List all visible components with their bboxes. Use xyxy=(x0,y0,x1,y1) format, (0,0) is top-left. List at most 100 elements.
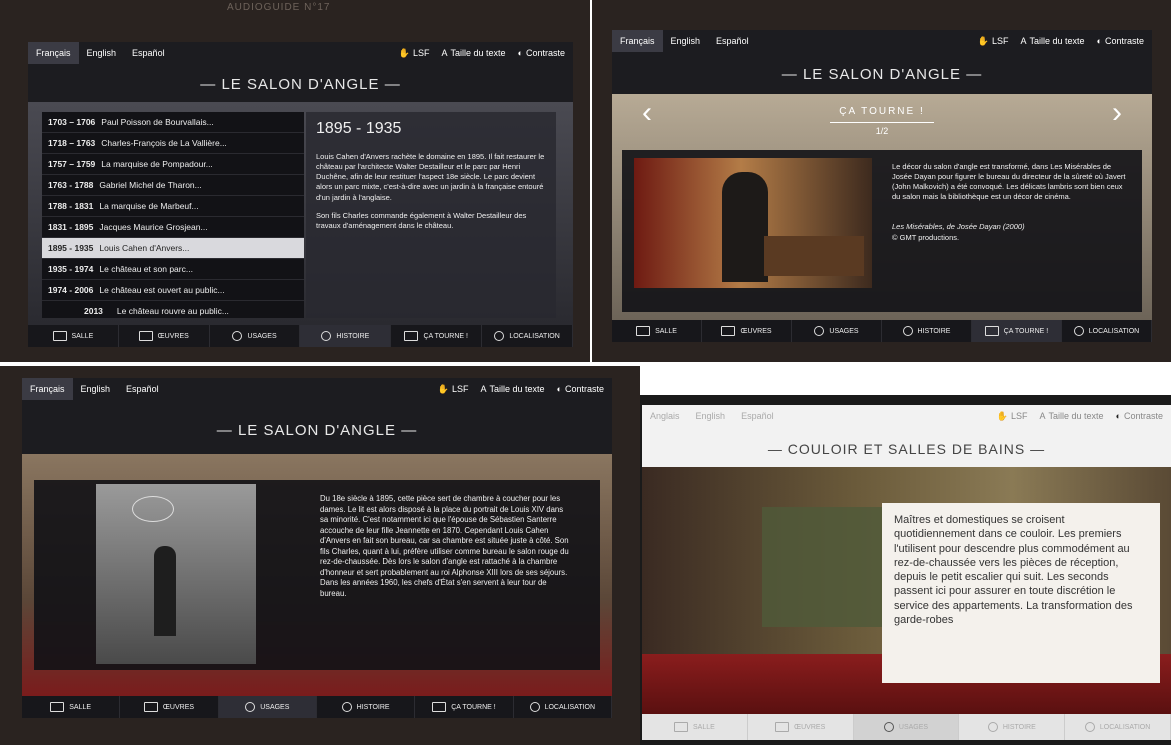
tools: ✋ LSF A Taille du texte ◐ Contraste xyxy=(399,48,573,59)
hands-icon: ✋ xyxy=(437,383,449,394)
nav-oeuvres[interactable]: ŒUVRES xyxy=(119,325,210,347)
top-bar: Anglais English Español ✋ LSF A Taille du … xyxy=(642,405,1171,427)
detail-panel: 1895 - 1935 Louis Cahen d'Anvers rachète… xyxy=(306,112,556,318)
film-icon xyxy=(432,702,447,712)
nav-salle[interactable]: SALLE xyxy=(28,325,119,347)
lang-francais[interactable]: Français xyxy=(28,42,79,64)
nav-label: ŒUVRES xyxy=(794,723,826,731)
room-icon xyxy=(674,722,688,732)
nav-localisation[interactable]: LOCALISATION xyxy=(1062,320,1152,342)
artwork-icon xyxy=(143,702,158,712)
nav-oeuvres[interactable]: ŒUVRES xyxy=(702,320,792,342)
nav-usages[interactable]: USAGES xyxy=(853,714,960,740)
timeline-item[interactable]: 1788 - 1831 La marquise de Marbeuf... xyxy=(42,196,304,217)
nav-salle[interactable]: SALLE xyxy=(612,320,702,342)
timeline-item[interactable]: 1718 – 1763 Charles-François de La Valliè… xyxy=(42,133,304,154)
lang-english[interactable]: English xyxy=(79,42,125,64)
nav-histoire[interactable]: HISTOIRE xyxy=(300,325,392,347)
timeline-label: Le château rouvre au public... xyxy=(116,306,229,316)
lang-english[interactable]: English xyxy=(688,405,734,427)
page-title: — COULOIR ET SALLES DE BAINS — xyxy=(767,441,1046,457)
nav-oeuvres[interactable]: ŒUVRES xyxy=(120,696,219,718)
timeline-years: 1703 – 1706 xyxy=(48,117,96,127)
timeline-item[interactable]: 1757 – 1759 La marquise de Pompadour... xyxy=(42,154,304,175)
tools: ✋ LSF A Taille du texte ◐ Contraste xyxy=(978,36,1152,47)
room-icon xyxy=(50,702,65,712)
nav-label: SALLE xyxy=(71,332,94,340)
prev-arrow-icon[interactable]: ‹ xyxy=(642,96,652,130)
nav-label: LOCALISATION xyxy=(544,703,596,711)
lang-francais[interactable]: Français xyxy=(22,378,73,400)
lang-espanol[interactable]: Español xyxy=(733,405,782,427)
nav-localisation[interactable]: LOCALISATION xyxy=(482,325,573,347)
lang-espanol[interactable]: Español xyxy=(118,378,167,400)
lsf-button[interactable]: ✋ LSF xyxy=(438,384,469,395)
next-arrow-icon[interactable]: › xyxy=(1112,96,1122,130)
timeline-item-selected[interactable]: 1895 - 1935 Louis Cahen d'Anvers... xyxy=(42,238,304,259)
nav-localisation[interactable]: LOCALISATION xyxy=(514,696,612,718)
timeline-item[interactable]: 1831 - 1895 Jacques Maurice Grosjean... xyxy=(42,217,304,238)
lsf-label: LSF xyxy=(991,36,1009,46)
nav-histoire[interactable]: HISTOIRE xyxy=(959,714,1066,740)
nav-oeuvres[interactable]: ŒUVRES xyxy=(748,714,854,740)
nav-label: USAGES xyxy=(898,723,929,731)
lang-english[interactable]: English xyxy=(73,378,119,400)
timeline-years: 1831 - 1895 xyxy=(48,222,94,232)
location-icon xyxy=(1073,326,1084,336)
stage: Du 18e siècle à 1895, cette pièce sert d… xyxy=(22,454,612,696)
lang-english[interactable]: English xyxy=(663,30,709,52)
nav-label: USAGES xyxy=(260,703,290,711)
nav-salle[interactable]: SALLE xyxy=(642,714,748,740)
room-icon xyxy=(636,326,651,336)
text-panel: Maîtres et domestiques se croisent quoti… xyxy=(882,503,1160,683)
nav-usages[interactable]: USAGES xyxy=(218,696,317,718)
timeline-item[interactable]: 1703 – 1706 Paul Poisson de Bourvallais..… xyxy=(42,112,304,133)
nav-ca-tourne[interactable]: ÇA TOURNE ! xyxy=(972,320,1062,342)
text-size-button[interactable]: A Taille du texte xyxy=(1020,36,1084,46)
text-size-button[interactable]: A Taille du texte xyxy=(441,48,505,58)
nav-histoire[interactable]: HISTOIRE xyxy=(317,696,416,718)
lsf-button[interactable]: ✋ LSF xyxy=(997,411,1028,422)
timeline-item[interactable]: 1763 - 1788 Gabriel Michel de Tharon... xyxy=(42,175,304,196)
nav-label: SALLE xyxy=(693,723,715,731)
nav-label: LOCALISATION xyxy=(1099,723,1151,731)
nav-histoire[interactable]: HISTOIRE xyxy=(882,320,972,342)
lang-francais[interactable]: Français xyxy=(612,30,663,52)
bottom-nav: SALLE ŒUVRES USAGES HISTOIRE ÇA TOURNE !… xyxy=(22,696,612,718)
screen2: Français English Español ✋ LSF A Taille du… xyxy=(612,30,1152,342)
contrast-button[interactable]: ◐ Contraste xyxy=(1116,411,1163,421)
nav-usages[interactable]: USAGES xyxy=(792,320,882,342)
lang-francais[interactable]: Anglais xyxy=(642,405,688,427)
timeline-item[interactable]: 2013 Le château rouvre au public... xyxy=(42,301,304,321)
lang-espanol[interactable]: Español xyxy=(124,42,173,64)
nav-label: ÇA TOURNE ! xyxy=(423,332,468,340)
gear-icon xyxy=(883,722,894,732)
nav-localisation[interactable]: LOCALISATION xyxy=(1065,714,1171,740)
contrast-button[interactable]: ◐ Contraste xyxy=(557,384,604,394)
timeline-item[interactable]: 1935 - 1974 Le château et son parc... xyxy=(42,259,304,280)
text-size-button[interactable]: A Taille du texte xyxy=(480,384,544,394)
nav-usages[interactable]: USAGES xyxy=(210,325,301,347)
nav-salle[interactable]: SALLE xyxy=(22,696,121,718)
contrast-button[interactable]: ◐ Contraste xyxy=(1097,36,1144,46)
tapestry-shape xyxy=(762,507,882,627)
contrast-icon: ◐ xyxy=(517,48,523,58)
lang-espanol[interactable]: Español xyxy=(708,30,757,52)
page-title: — LE SALON D'ANGLE — xyxy=(200,76,401,93)
lsf-button[interactable]: ✋ LSF xyxy=(399,48,430,59)
text-size-icon: A xyxy=(1020,36,1027,46)
gear-icon xyxy=(814,326,825,336)
nav-ca-tourne[interactable]: ÇA TOURNE ! xyxy=(391,325,483,347)
nav-ca-tourne[interactable]: ÇA TOURNE ! xyxy=(415,696,514,718)
stage: 1703 – 1706 Paul Poisson de Bourvallais..… xyxy=(28,102,573,325)
lsf-button[interactable]: ✋ LSF xyxy=(978,36,1009,47)
timeline-item[interactable]: 1974 - 2006 Le château est ouvert au publ… xyxy=(42,280,304,301)
timeline-list: 1703 – 1706 Paul Poisson de Bourvallais..… xyxy=(42,112,304,318)
film-credit: Les Misérables, de Josée Dayan (2000) xyxy=(892,222,1025,231)
bottom-nav: SALLE ŒUVRES USAGES HISTOIRE LOCALISATIO… xyxy=(642,714,1171,740)
clock-icon xyxy=(341,702,352,712)
text-size-label: Taille du texte xyxy=(489,384,545,394)
contrast-button[interactable]: ◐ Contraste xyxy=(518,48,565,58)
clock-icon xyxy=(987,722,998,732)
text-size-button[interactable]: A Taille du texte xyxy=(1039,411,1103,421)
